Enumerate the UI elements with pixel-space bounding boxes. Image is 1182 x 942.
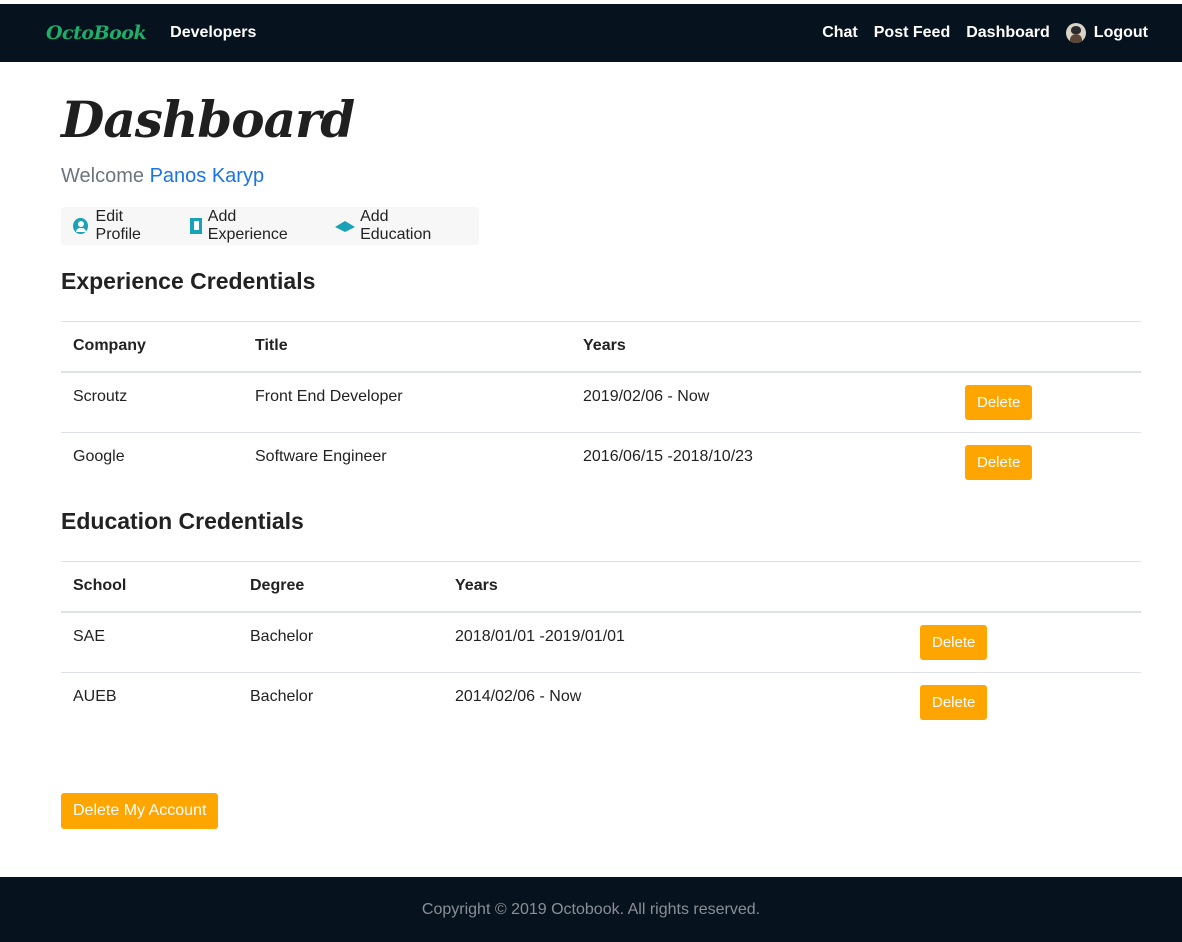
experience-company: Google <box>73 448 125 465</box>
experience-header-title: Title <box>243 321 571 373</box>
delete-experience-button[interactable]: Delete <box>965 445 1033 480</box>
education-school: AUEB <box>73 688 117 705</box>
welcome-prefix: Welcome <box>61 165 144 187</box>
experience-action-cell: Delete <box>953 371 1141 433</box>
nav-right-group: Chat Post Feed Dashboard Logout <box>822 23 1148 43</box>
experience-section-title: Experience Credentials <box>61 268 316 294</box>
education-years: 2018/01/01 -2019/01/01 <box>443 611 908 673</box>
add-experience-button[interactable]: Add Experience <box>189 208 311 244</box>
table-row: AUEB Bachelor 2014/02/06 - Now Delete <box>61 673 1141 734</box>
add-experience-label: Add Experience <box>207 208 288 243</box>
add-education-label: Add Education <box>360 208 432 243</box>
edit-profile-label: Edit Profile <box>95 208 141 243</box>
education-section-title: Education Credentials <box>61 508 304 534</box>
nav-logout[interactable]: Logout <box>1094 24 1148 42</box>
table-row: Scroutz Front End Developer 2019/02/06 -… <box>61 371 1141 433</box>
delete-education-button[interactable]: Delete <box>920 685 988 720</box>
experience-title: Front End Developer <box>243 371 571 433</box>
nav-logout-group[interactable]: Logout <box>1065 23 1148 43</box>
user-circle-icon <box>73 218 88 234</box>
education-header-action <box>908 561 1141 613</box>
welcome-text: Welcome Panos Karyp <box>61 165 264 188</box>
education-action-cell: Delete <box>908 673 1141 734</box>
education-header-school: School <box>61 561 238 613</box>
experience-table: Company Title Years Scroutz Front End De… <box>61 321 1141 494</box>
delete-experience-button[interactable]: Delete <box>965 384 1033 420</box>
education-years: 2014/02/06 - Now <box>455 688 582 705</box>
user-name-link[interactable]: Panos Karyp <box>150 165 265 187</box>
table-row: Google Software Engineer 2016/06/15 -201… <box>61 433 1141 494</box>
navbar: OctoBook Developers Chat Post Feed Dashb… <box>0 4 1182 62</box>
experience-years: 2016/06/15 -2018/10/23 <box>583 448 753 465</box>
delete-education-button[interactable]: Delete <box>920 624 988 660</box>
footer: Copyright © 2019 Octobook. All rights re… <box>0 877 1182 942</box>
experience-header-company: Company <box>61 321 243 373</box>
experience-company: Scroutz <box>61 371 243 433</box>
education-header-years: Years <box>443 561 908 613</box>
nav-dashboard[interactable]: Dashboard <box>966 24 1050 42</box>
page-title: Dashboard <box>61 90 355 149</box>
edit-profile-button[interactable]: Edit Profile <box>73 208 166 244</box>
footer-copyright: Copyright © 2019 Octobook. All rights re… <box>421 900 761 918</box>
nav-developers[interactable]: Developers <box>170 24 256 42</box>
experience-header-years: Years <box>571 321 953 373</box>
experience-years: 2019/02/06 - Now <box>571 371 953 433</box>
experience-header-action <box>953 321 1141 373</box>
education-degree: Bachelor <box>238 611 443 673</box>
nav-chat[interactable]: Chat <box>822 24 858 42</box>
education-action-cell: Delete <box>908 611 1141 673</box>
table-row: SAE Bachelor 2018/01/01 -2019/01/01 Dele… <box>61 611 1141 673</box>
brand-logo[interactable]: OctoBook <box>46 22 147 44</box>
nav-post-feed[interactable]: Post Feed <box>874 24 950 42</box>
graduation-cap-icon <box>334 219 356 233</box>
experience-action-cell: Delete <box>953 433 1141 494</box>
avatar <box>1065 23 1086 43</box>
delete-account-button[interactable]: Delete My Account <box>61 793 219 829</box>
experience-header-row: Company Title Years <box>61 321 1141 373</box>
add-education-button[interactable]: Add Education <box>334 208 455 244</box>
education-table: School Degree Years SAE Bachelor 2018/01… <box>61 561 1141 734</box>
education-degree: Bachelor <box>250 688 314 705</box>
education-header-row: School Degree Years <box>61 561 1141 613</box>
experience-title: Software Engineer <box>255 448 387 465</box>
education-school: SAE <box>61 611 238 673</box>
dashboard-actions: Edit Profile Add Experience Add Educatio… <box>61 207 479 245</box>
education-header-degree: Degree <box>238 561 443 613</box>
id-badge-icon <box>189 218 202 234</box>
